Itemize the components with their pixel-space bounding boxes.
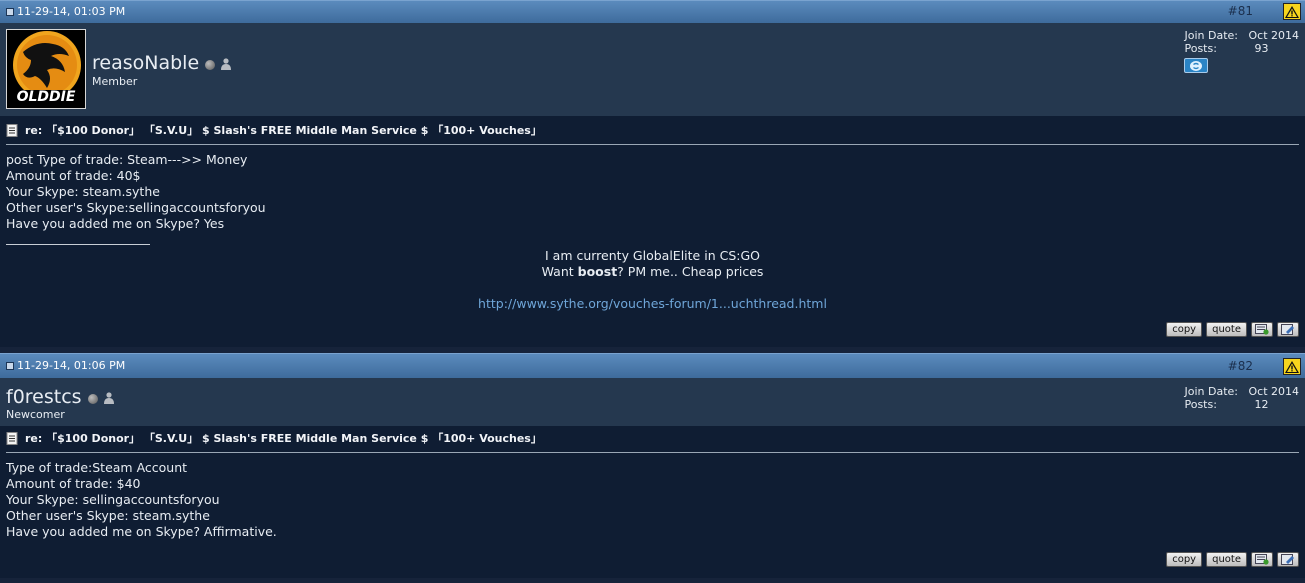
user-title: Member (92, 75, 138, 88)
signature-line: Want boost? PM me.. Cheap prices (0, 264, 1305, 280)
userbar: f0restcs Newcomer Join Date: Oct 2014 Pos… (0, 378, 1305, 426)
message-line: Your Skype: sellingaccountsforyou (6, 492, 220, 507)
username-text[interactable]: f0restcs (6, 386, 82, 408)
edit-icon[interactable] (1277, 322, 1299, 337)
post-body: re: 「$100 Donor」 「S.V.U」 $ Slash's FREE … (0, 426, 1305, 578)
message-line: Have you added me on Skype? Yes (6, 216, 225, 231)
message-line: Amount of trade: $40 (6, 476, 141, 491)
post-header: 11-29-14, 01:03 PM #81 (0, 0, 1305, 23)
message-line: Other user's Skype:sellingaccountsforyou (6, 200, 266, 215)
post-body: re: 「$100 Donor」 「S.V.U」 $ Slash's FREE … (0, 116, 1305, 347)
posts-value: 93 (1254, 42, 1269, 55)
person-icon (221, 58, 232, 70)
join-date-value: Oct 2014 (1248, 385, 1299, 398)
title-divider (6, 144, 1299, 145)
message-line: Other user's Skype: steam.sythe (6, 508, 210, 523)
userbar: OLDDIE reasoNable Member Join Date: Oct 2… (0, 23, 1305, 116)
post-date: 11-29-14, 01:03 PM (6, 5, 125, 18)
message-line: Your Skype: steam.sythe (6, 184, 160, 199)
message-line: Type of trade:Steam Account (6, 460, 188, 475)
multiquote-icon[interactable] (1251, 322, 1273, 337)
signature-line: I am currenty GlobalElite in CS:GO (545, 248, 760, 263)
username[interactable]: f0restcs (6, 386, 114, 408)
post-title-text: re: 「$100 Donor」 「S.V.U」 $ Slash's FREE … (25, 124, 542, 137)
multiquote-icon[interactable] (1251, 552, 1273, 567)
document-icon (6, 361, 14, 370)
signature-text: ? PM me.. Cheap prices (617, 264, 764, 279)
posts-label: Posts: (1184, 398, 1217, 411)
post-title: re: 「$100 Donor」 「S.V.U」 $ Slash's FREE … (6, 430, 542, 446)
post-date: 11-29-14, 01:06 PM (6, 359, 125, 372)
message-line: Have you added me on Skype? Affirmative. (6, 524, 277, 539)
report-warning-icon[interactable] (1283, 3, 1301, 20)
post-title-text: re: 「$100 Donor」 「S.V.U」 $ Slash's FREE … (25, 432, 542, 445)
title-divider (6, 452, 1299, 453)
post-number-link[interactable]: #82 (1228, 359, 1253, 373)
join-date-value: Oct 2014 (1248, 29, 1299, 42)
avatar[interactable]: OLDDIE (6, 29, 86, 109)
document-icon (6, 431, 18, 445)
signature-link[interactable]: http://www.sythe.org/vouches-forum/1...u… (0, 296, 1305, 311)
join-date-label: Join Date: (1184, 29, 1238, 42)
report-warning-icon[interactable] (1283, 358, 1301, 375)
quote-button[interactable]: quote (1206, 322, 1247, 337)
edit-icon[interactable] (1277, 552, 1299, 567)
signature-bold-text: boost (577, 264, 618, 279)
post-title: re: 「$100 Donor」 「S.V.U」 $ Slash's FREE … (6, 122, 542, 138)
signature-divider (6, 244, 150, 245)
offline-status-icon (87, 394, 98, 404)
document-icon (6, 123, 18, 137)
message-line: Amount of trade: 40$ (6, 168, 141, 183)
person-icon (103, 392, 114, 404)
user-title: Newcomer (6, 408, 65, 421)
join-date-label: Join Date: (1184, 385, 1238, 398)
copy-button[interactable]: copy (1166, 322, 1203, 337)
posts-value: 12 (1254, 398, 1269, 411)
user-info: Join Date: Oct 2014 Posts: 93 (1184, 29, 1299, 73)
message-line: post Type of trade: Steam--->> Money (6, 152, 248, 167)
signature-text: Want (541, 264, 578, 279)
post-actions: copy quote (1166, 552, 1299, 567)
posts-label: Posts: (1184, 42, 1217, 55)
username-text[interactable]: reasoNable (92, 52, 199, 74)
document-icon (6, 7, 14, 16)
post-number-link[interactable]: #81 (1228, 4, 1253, 18)
copy-button[interactable]: copy (1166, 552, 1203, 567)
post-date-text: 11-29-14, 01:03 PM (17, 5, 126, 18)
skype-icon[interactable] (1184, 58, 1209, 73)
offline-status-icon (205, 60, 216, 70)
post-81: 11-29-14, 01:03 PM #81 OLDDIE reasoNable… (0, 0, 1305, 347)
quote-button[interactable]: quote (1206, 552, 1247, 567)
post-header: 11-29-14, 01:06 PM #82 (0, 353, 1305, 378)
post-actions: copy quote (1166, 322, 1299, 337)
post-date-text: 11-29-14, 01:06 PM (17, 359, 126, 372)
avatar-logo-text: OLDDIE (16, 89, 76, 105)
post-82: 11-29-14, 01:06 PM #82 f0restcs Newcomer… (0, 353, 1305, 578)
user-info: Join Date: Oct 2014 Posts: 12 (1184, 385, 1299, 411)
username[interactable]: reasoNable (92, 52, 232, 74)
